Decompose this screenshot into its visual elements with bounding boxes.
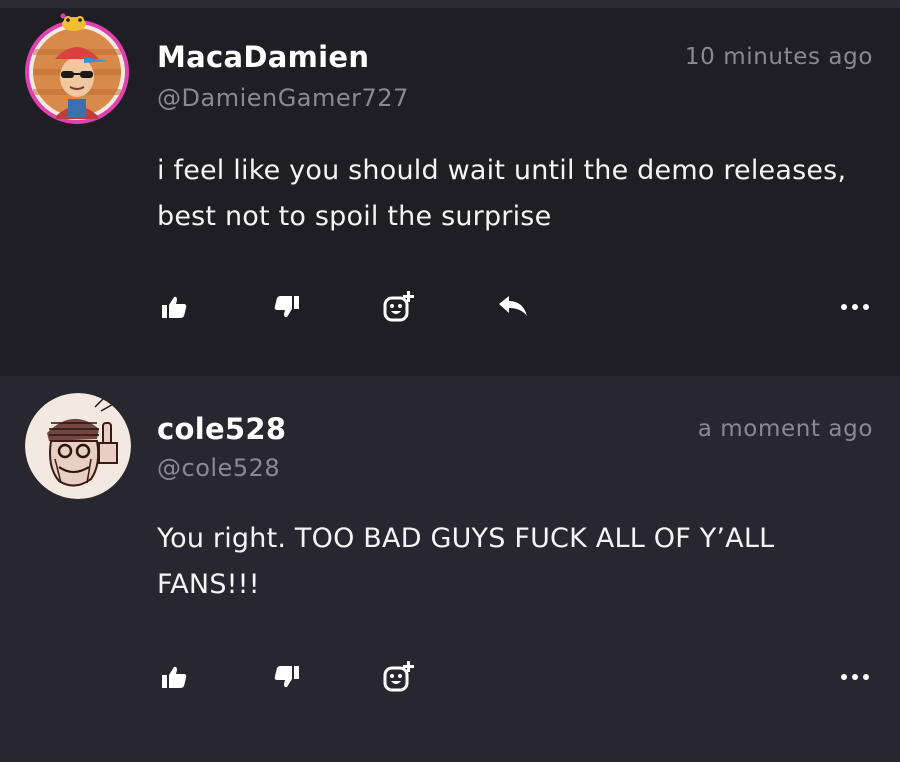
add-reaction-icon — [383, 661, 414, 692]
comment-item: MacaDamien @DamienGamer727 10 minutes ag… — [0, 8, 900, 376]
author-handle[interactable]: @DamienGamer727 — [157, 84, 409, 112]
more-options-button[interactable] — [838, 660, 872, 694]
dislike-button[interactable] — [270, 290, 304, 324]
dislike-button[interactable] — [270, 660, 304, 694]
avatar[interactable] — [24, 19, 130, 125]
timestamp: 10 minutes ago — [684, 44, 873, 70]
add-reaction-button[interactable] — [382, 660, 416, 694]
thumbs-up-icon — [162, 666, 187, 688]
thumbs-down-icon — [274, 666, 299, 688]
add-reaction-icon — [383, 291, 414, 322]
author-name[interactable]: MacaDamien — [157, 40, 369, 74]
top-divider — [0, 0, 900, 8]
author-name[interactable]: cole528 — [157, 412, 286, 446]
comment-text: i feel like you should wait until the de… — [157, 155, 847, 232]
comment-item: cole528 @cole528 a moment ago You right.… — [0, 376, 900, 762]
avatar-badge-icon — [60, 13, 86, 31]
thumbs-up-icon — [162, 296, 187, 318]
reply-arrow-icon — [499, 296, 527, 316]
more-options-icon — [841, 304, 869, 310]
author-handle[interactable]: @cole528 — [157, 454, 280, 482]
thumbs-down-icon — [274, 296, 299, 318]
like-button[interactable] — [157, 290, 191, 324]
comment-text: You right. TOO BAD GUYS FUCK ALL OF Y’AL… — [157, 523, 775, 600]
avatar[interactable] — [25, 393, 131, 499]
more-options-button[interactable] — [838, 290, 872, 324]
reply-button[interactable] — [496, 290, 530, 324]
more-options-icon — [841, 674, 869, 680]
timestamp: a moment ago — [697, 416, 873, 442]
like-button[interactable] — [157, 660, 191, 694]
add-reaction-button[interactable] — [382, 290, 416, 324]
